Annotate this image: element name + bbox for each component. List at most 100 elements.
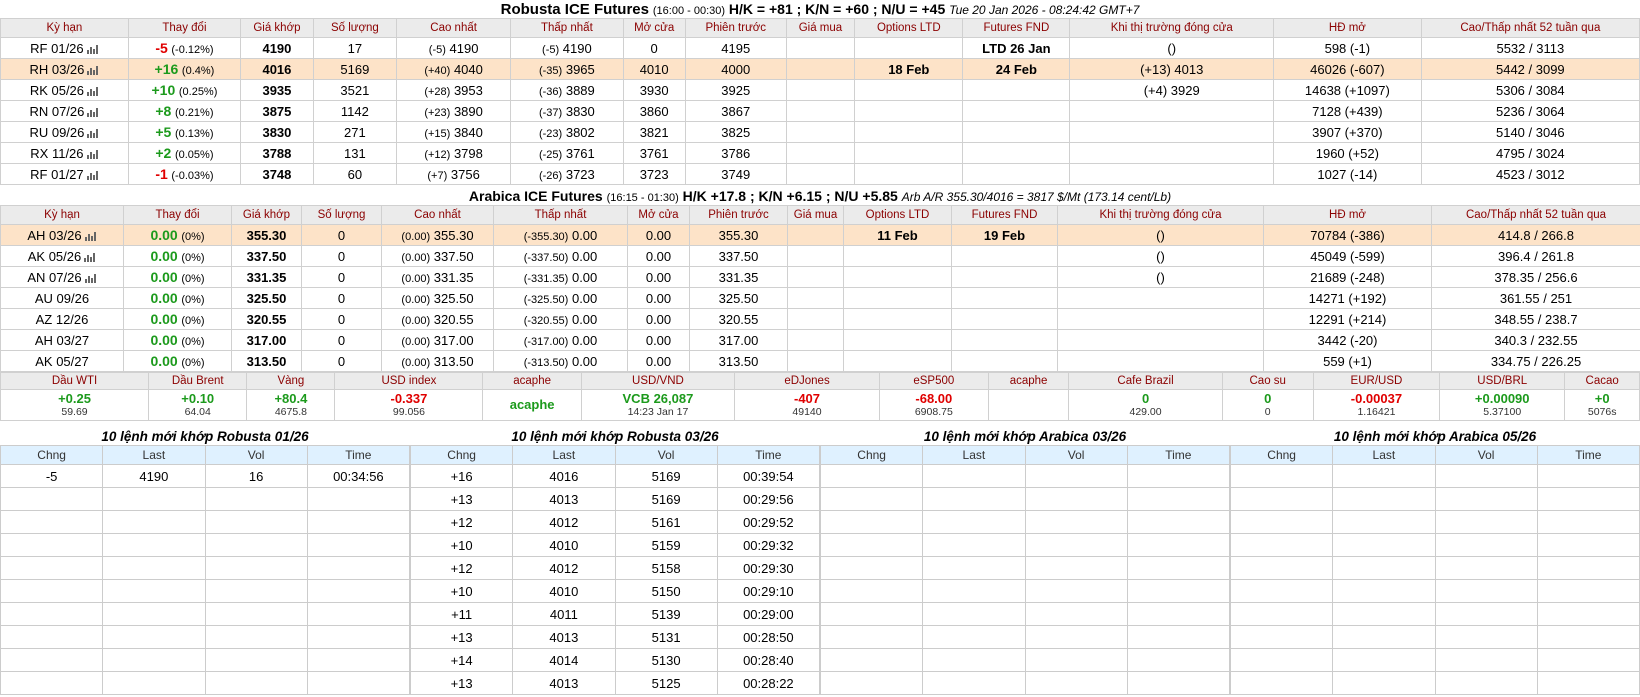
market-cell[interactable]: acaphe [482, 389, 582, 421]
contract-row[interactable]: AU 09/26 0.00 (0%) 325.50 0 (0.00) 325.50 (-3… [0, 287, 1640, 309]
contract-term[interactable]: RF 01/26 [0, 37, 129, 59]
term-label[interactable]: AN 07/26 [27, 270, 81, 285]
chart-icon[interactable] [84, 252, 96, 262]
contract-row[interactable]: RX 11/26 +2 (0.05%) 3788 131 (+12) 3798 (-25)… [0, 142, 1640, 164]
change-cell: -5 (-0.12%) [127, 37, 242, 59]
market-cell[interactable]: -407 49140 [734, 389, 880, 421]
contract-row[interactable]: RK 05/26 +10 (0.25%) 3935 3521 (+28) 3953 (-3… [0, 79, 1640, 101]
term-label[interactable]: RN 07/26 [29, 104, 84, 119]
contract-row[interactable]: AZ 12/26 0.00 (0%) 320.55 0 (0.00) 320.55 (-3… [0, 308, 1640, 330]
term-label[interactable]: RF 01/26 [30, 41, 83, 56]
trade-vol [204, 556, 308, 580]
chart-icon[interactable] [87, 128, 99, 138]
contract-term[interactable]: AN 07/26 [0, 266, 124, 288]
contract-term[interactable]: AH 03/26 [0, 224, 124, 246]
market-value[interactable]: +80.4 [247, 392, 334, 406]
market-value[interactable]: -0.00037 [1314, 392, 1439, 406]
trade-time [306, 602, 411, 626]
market-cell[interactable]: 0 429.00 [1068, 389, 1223, 421]
market-sub: 6908.75 [914, 406, 953, 418]
contract-term[interactable]: AU 09/26 [0, 287, 124, 309]
trade-row [1229, 510, 1640, 534]
market-sub: 49140 [792, 406, 822, 418]
market-value[interactable]: +0 [1565, 392, 1639, 406]
market-cell[interactable]: -0.337 99.056 [334, 389, 484, 421]
term-label[interactable]: AH 03/27 [35, 333, 89, 348]
market-value[interactable]: 0 [1069, 392, 1221, 406]
contract-row[interactable]: RN 07/26 +8 (0.21%) 3875 1142 (+23) 3890 (-37… [0, 100, 1640, 122]
contract-term[interactable]: RX 11/26 [0, 142, 129, 164]
chart-icon[interactable] [87, 107, 99, 117]
contract-term[interactable]: RK 05/26 [0, 79, 129, 101]
market-cell[interactable]: -0.00037 1.16421 [1312, 389, 1441, 421]
trade-row: +10 4010 5150 00:29:10 [409, 579, 821, 603]
contract-term[interactable]: AH 03/27 [0, 329, 124, 351]
trade-vol: 5161 [614, 510, 718, 534]
options-ltd [843, 308, 952, 330]
market-value[interactable]: acaphe [483, 398, 580, 412]
chart-icon[interactable] [87, 86, 99, 96]
last-price: 4190 [240, 37, 314, 59]
trade-time [1536, 464, 1640, 488]
contract-term[interactable]: RH 03/26 [0, 58, 129, 80]
trade-time [1126, 625, 1231, 649]
contract-term[interactable]: RN 07/26 [0, 100, 129, 122]
market-cell[interactable] [987, 389, 1070, 421]
contract-row[interactable]: AN 07/26 0.00 (0%) 331.35 0 (0.00) 331.35 (-3… [0, 266, 1640, 288]
market-value[interactable]: -0.337 [335, 392, 482, 406]
market-cell[interactable]: VCB 26,087 14:23 Jan 17 [580, 389, 736, 421]
market-cell[interactable]: +80.4 4675.8 [246, 389, 336, 421]
term-label[interactable]: AK 05/26 [28, 249, 82, 264]
market-cell[interactable]: +0.00090 5.37100 [1439, 389, 1566, 421]
market-value[interactable]: +0.00090 [1440, 392, 1564, 406]
chart-icon[interactable] [86, 44, 99, 54]
contract-term[interactable]: AK 05/26 [0, 245, 124, 267]
market-value[interactable]: VCB 26,087 [582, 392, 734, 406]
contract-term[interactable]: AZ 12/26 [0, 308, 124, 330]
term-label[interactable]: AU 09/26 [35, 291, 89, 306]
options-ltd [854, 142, 964, 164]
contract-row[interactable]: RF 01/27 -1 (-0.03%) 3748 60 (+7) 3756 (-26) … [0, 163, 1640, 185]
chart-icon[interactable] [84, 231, 97, 241]
contract-row[interactable]: RF 01/26 -5 (-0.12%) 4190 17 (-5) 4190 (-5) 4… [0, 37, 1640, 59]
market-value[interactable]: 0 [1223, 392, 1313, 406]
market-value[interactable]: -407 [735, 392, 879, 406]
contract-term[interactable]: AK 05/27 [0, 350, 124, 372]
term-label[interactable]: RK 05/26 [30, 83, 84, 98]
trade-last [102, 602, 206, 626]
contract-row[interactable]: AK 05/26 0.00 (0%) 337.50 0 (0.00) 337.50 (-3… [0, 245, 1640, 267]
term-label[interactable]: AH 03/26 [27, 228, 81, 243]
market-value[interactable]: +0.10 [149, 392, 246, 406]
term-label[interactable]: RU 09/26 [29, 125, 84, 140]
contract-row[interactable]: RH 03/26 +16 (0.4%) 4016 5169 (+40) 4040 (-35… [0, 58, 1640, 80]
market-cell[interactable]: +0.25 59.69 [0, 389, 150, 421]
bid-price [787, 287, 844, 309]
market-cell[interactable]: 00 [1221, 389, 1314, 421]
contract-row[interactable]: AK 05/27 0.00 (0%) 313.50 0 (0.00) 313.50 (-3… [0, 350, 1640, 372]
term-label[interactable]: RH 03/26 [29, 62, 84, 77]
trade-time [1126, 533, 1231, 557]
chart-icon[interactable] [84, 273, 97, 283]
market-cell[interactable]: +0.10 64.04 [148, 389, 248, 421]
contract-row[interactable]: AH 03/27 0.00 (0%) 317.00 0 (0.00) 317.00 (-3… [0, 329, 1640, 351]
futures-fnd [962, 142, 1071, 164]
contract-row[interactable]: RU 09/26 +5 (0.13%) 3830 271 (+15) 3840 (-23)… [0, 121, 1640, 143]
low-value: 3723 [565, 166, 595, 182]
market-cell[interactable]: +0 5076s [1564, 389, 1640, 421]
term-label[interactable]: RF 01/27 [30, 167, 83, 182]
contract-term[interactable]: RU 09/26 [0, 121, 129, 143]
market-value[interactable]: +0.25 [1, 392, 148, 406]
chart-icon[interactable] [86, 170, 99, 180]
market-value[interactable]: -68.00 [880, 392, 988, 406]
market-cell[interactable]: -68.00 6908.75 [878, 389, 989, 421]
contract-term[interactable]: RF 01/27 [0, 163, 129, 185]
term-label[interactable]: AK 05/27 [35, 354, 89, 369]
high-value: 325.50 [433, 290, 474, 306]
high-cell: (+7) 3756 [395, 163, 512, 185]
term-label[interactable]: RX 11/26 [30, 146, 83, 161]
chart-icon[interactable] [87, 65, 99, 75]
term-label[interactable]: AZ 12/26 [36, 312, 89, 327]
chart-icon[interactable] [86, 149, 99, 159]
trade-vol [1024, 625, 1128, 649]
contract-row[interactable]: AH 03/26 0.00 (0%) 355.30 0 (0.00) 355.30 (-3… [0, 224, 1640, 246]
